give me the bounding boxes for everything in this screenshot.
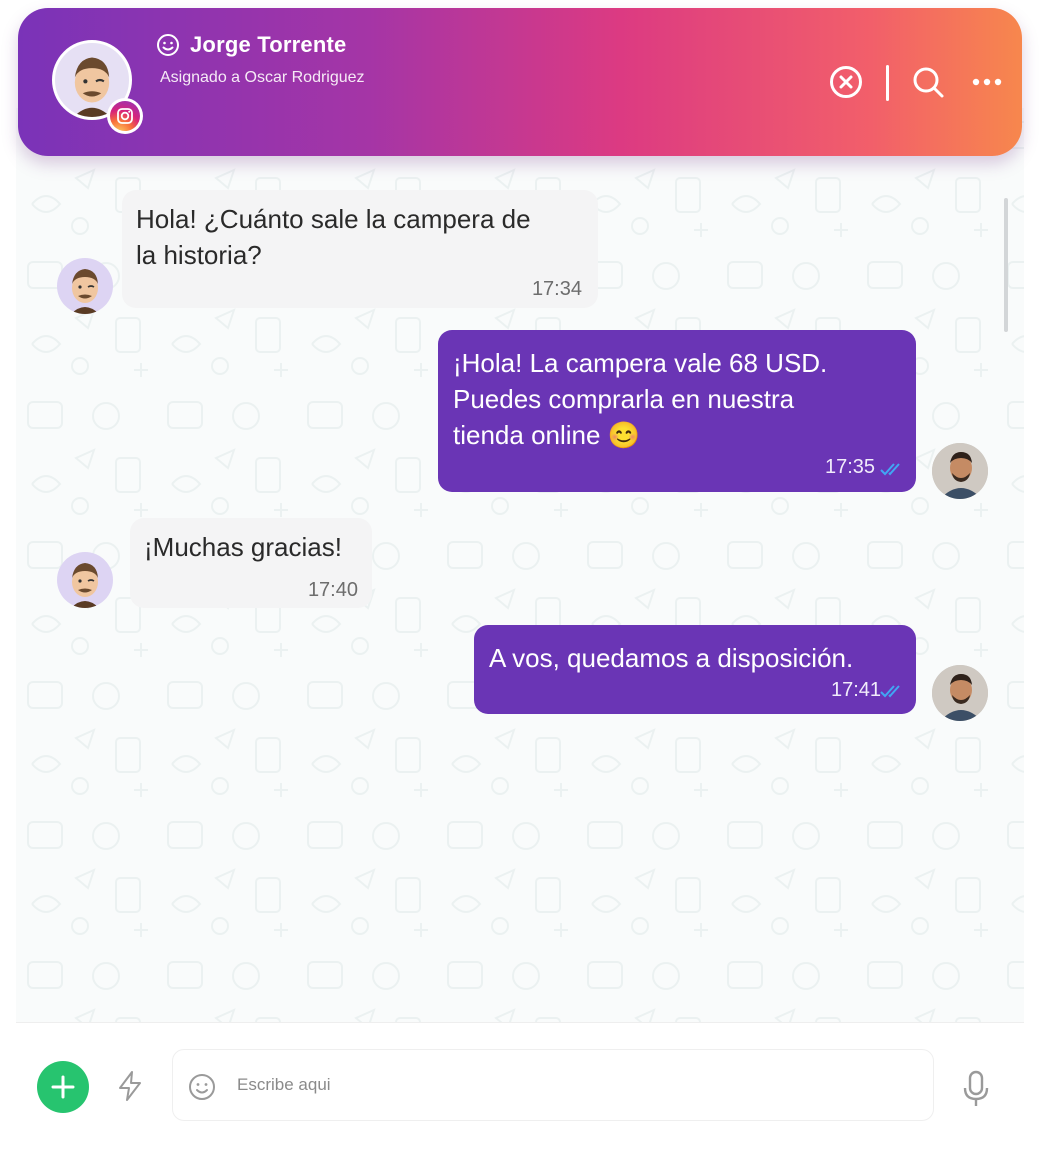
message-text-line: A vos, quedamos a disposición. (489, 643, 854, 673)
incoming-message-bubble[interactable]: Hola! ¿Cuánto sale la campera de la hist… (122, 190, 598, 308)
outgoing-message-bubble[interactable]: A vos, quedamos a disposición. 17:41 (474, 625, 916, 714)
assigned-agent-label: Asignado a Oscar Rodriguez (160, 69, 365, 86)
microphone-icon (963, 1070, 989, 1106)
message-timestamp: 17:34 (531, 278, 582, 300)
message-text-line: Puedes comprarla en nuestra (453, 384, 795, 414)
agent-photo-icon (932, 665, 988, 721)
header-divider (886, 65, 889, 101)
message-input-container (172, 1049, 934, 1121)
add-attachment-button[interactable] (37, 1061, 89, 1113)
message-text-line: Hola! ¿Cuánto sale la campera de (136, 204, 531, 234)
incoming-message-bubble[interactable]: ¡Muchas gracias! 17:40 (130, 518, 372, 608)
read-receipt-icon (880, 463, 900, 476)
outgoing-message-bubble[interactable]: ¡Hola! La campera vale 68 USD. Puedes co… (438, 330, 916, 492)
message-timestamp: 17:35 (825, 456, 876, 478)
message-composer (16, 1022, 1024, 1134)
read-receipt-icon (880, 685, 900, 698)
lightning-icon (119, 1071, 141, 1101)
search-icon (913, 67, 944, 98)
close-conversation-button[interactable] (828, 64, 864, 100)
conversation-header: Jorge Torrente Asignado a Oscar Rodrigue… (18, 8, 1022, 156)
instagram-channel-badge (107, 98, 143, 134)
contact-name: Jorge Torrente (190, 32, 347, 57)
message-timestamp: 17:40 (307, 579, 358, 601)
close-circle-icon (830, 66, 862, 98)
message-input[interactable] (237, 1064, 917, 1106)
search-button[interactable] (910, 64, 946, 100)
contact-avatar (57, 552, 113, 608)
message-text-line: la historia? (136, 240, 262, 270)
chat-window: Hola! ¿Cuánto sale la campera de la hist… (16, 8, 1024, 1136)
more-options-icon (972, 78, 1002, 86)
memoji-avatar-icon (71, 563, 99, 608)
agent-avatar (932, 443, 988, 499)
quick-replies-button[interactable] (113, 1069, 147, 1103)
message-timestamp: 17:41 (831, 679, 882, 701)
message-text-line: tienda online 😊 (453, 420, 641, 450)
memoji-avatar-icon (71, 269, 99, 314)
chat-scrollbar[interactable] (1004, 198, 1008, 332)
emoji-icon[interactable] (187, 1072, 217, 1102)
message-text-line: ¡Hola! La campera vale 68 USD. (453, 348, 828, 378)
instagram-icon (117, 108, 133, 124)
smiley-status-icon (157, 34, 179, 56)
add-icon (51, 1075, 75, 1099)
contact-avatar (57, 258, 113, 314)
message-text-line: ¡Muchas gracias! (144, 532, 342, 562)
conversation-area[interactable]: Hola! ¿Cuánto sale la campera de la hist… (16, 108, 1024, 1022)
agent-photo-icon (932, 443, 988, 499)
agent-avatar (932, 665, 988, 721)
voice-message-button[interactable] (960, 1069, 992, 1109)
more-options-button[interactable] (968, 70, 1006, 94)
